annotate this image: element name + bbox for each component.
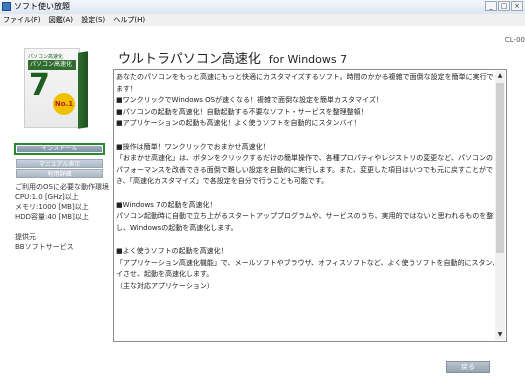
manual-button[interactable]: マニュアル表示 [16, 159, 103, 168]
description-line: ■パソコンの起動を高速化！自動起動する不要なソフト・サービスを整理整頓！ [116, 107, 368, 116]
app-icon [2, 2, 11, 11]
description-line: パフォーマンスを改善できる面倒で難しい設定を自動的に実行します。また、変更した項… [116, 165, 494, 174]
description-line: ■よく使うソフトの起動を高速化！ [116, 246, 228, 255]
window-controls: _ □ × [485, 1, 523, 11]
description-line: ■Windows 7の起動を高速化！ [116, 200, 217, 209]
box-front: パソコン高速化 パソコン高速化 7 No.1 [24, 48, 80, 128]
close-button[interactable]: × [511, 1, 523, 11]
box-badge: No.1 [53, 93, 75, 115]
description-line: ■アプリケーションの起動も高速化！よく使うソフトを自動的にスタンバイ！ [116, 119, 361, 128]
scroll-up-icon[interactable]: ▲ [495, 71, 505, 81]
terms-button[interactable]: 利用詳細 [16, 169, 103, 178]
description-line [116, 188, 494, 200]
description-line: パソコン起動時に自動で立ち上がるスタートアッププログラムや、サービスのうち、実用… [116, 212, 494, 221]
install-button[interactable]: インストール [14, 143, 105, 155]
description-line: き、「高速化カスタマイズ」で各設定を自分で行うことも可能です。 [116, 177, 329, 186]
menu-bar: ファイル(F) 図鑑(A) 設定(S) ヘルプ(H) [0, 14, 525, 26]
main-content: CL-00 パソコン高速化 パソコン高速化 7 No.1 インストール マニュア… [0, 26, 525, 390]
description-line: 「おまかせ高速化」は、ボタンをクリックするだけの簡単操作で、各種プロパティやレジ… [116, 154, 493, 163]
description-line [116, 234, 494, 246]
description-scrollbar[interactable]: ▲ ▼ [495, 71, 505, 340]
menu-help[interactable]: ヘルプ(H) [113, 16, 145, 24]
box-side [78, 51, 88, 129]
requirements-title: ご利用のOSに必要な動作環境 [15, 183, 109, 191]
title-bar: ソフト使い放題 _ □ × [0, 0, 525, 14]
requirement-hdd: HDD容量:40 [MB]以上 [15, 213, 89, 221]
provider-name: BBソフトサービス [15, 243, 74, 251]
scroll-down-icon[interactable]: ▼ [495, 330, 505, 340]
menu-file[interactable]: ファイル(F) [3, 16, 41, 24]
back-button[interactable]: 戻る [446, 361, 490, 373]
description-line: イさせ、起動を高速化します。 [116, 270, 214, 279]
product-name: ウルトラパソコン高速化 [118, 52, 261, 67]
description-line: 「アプリケーション高速化機能」で、メールソフトやブラウザ、オフィスソフトなど、よ… [116, 258, 494, 267]
description-line: （主な対応アプリケーション） [116, 281, 214, 290]
product-box-image: パソコン高速化 パソコン高速化 7 No.1 [18, 48, 96, 130]
description-line [116, 130, 494, 142]
window-title: ソフト使い放題 [14, 2, 70, 11]
version-label: CL-00 [504, 36, 525, 44]
description-line: し、Windowsの起動を高速化します。 [116, 223, 238, 232]
menu-catalog[interactable]: 図鑑(A) [49, 16, 73, 24]
scroll-thumb[interactable] [496, 83, 504, 253]
product-heading: ウルトラパソコン高速化 for Windows 7 [118, 48, 347, 67]
menu-settings[interactable]: 設定(S) [81, 16, 105, 24]
install-button-label: インストール [17, 146, 102, 152]
box-top-text: パソコン高速化 [28, 54, 64, 60]
maximize-button[interactable]: □ [498, 1, 510, 11]
minimize-button[interactable]: _ [485, 1, 497, 11]
description-line: ます！ [116, 84, 137, 93]
description-box[interactable]: あなたのパソコンをもっと高速にもっと快適にカスタマイズするソフト。時間のかかる複… [113, 69, 507, 342]
description-line: ■操作は簡単！ワンクリックでおまかせ高速化！ [116, 142, 270, 151]
product-os: for Windows 7 [268, 53, 348, 66]
box-number: 7 [29, 68, 50, 103]
requirement-cpu: CPU:1.0 [GHz]以上 [15, 193, 79, 201]
description-text: あなたのパソコンをもっと高速にもっと快適にカスタマイズするソフト。時間のかかる複… [116, 72, 494, 339]
requirement-memory: メモリ:1000 [MB]以上 [15, 203, 89, 211]
description-line: あなたのパソコンをもっと高速にもっと快適にカスタマイズするソフト。時間のかかる複… [116, 73, 494, 81]
description-line: ■ワンクリックでWindows OSが速くなる！複雑で面倒な設定を簡単カスタマイ… [116, 96, 383, 105]
provider-label: 提供元 [15, 233, 36, 241]
